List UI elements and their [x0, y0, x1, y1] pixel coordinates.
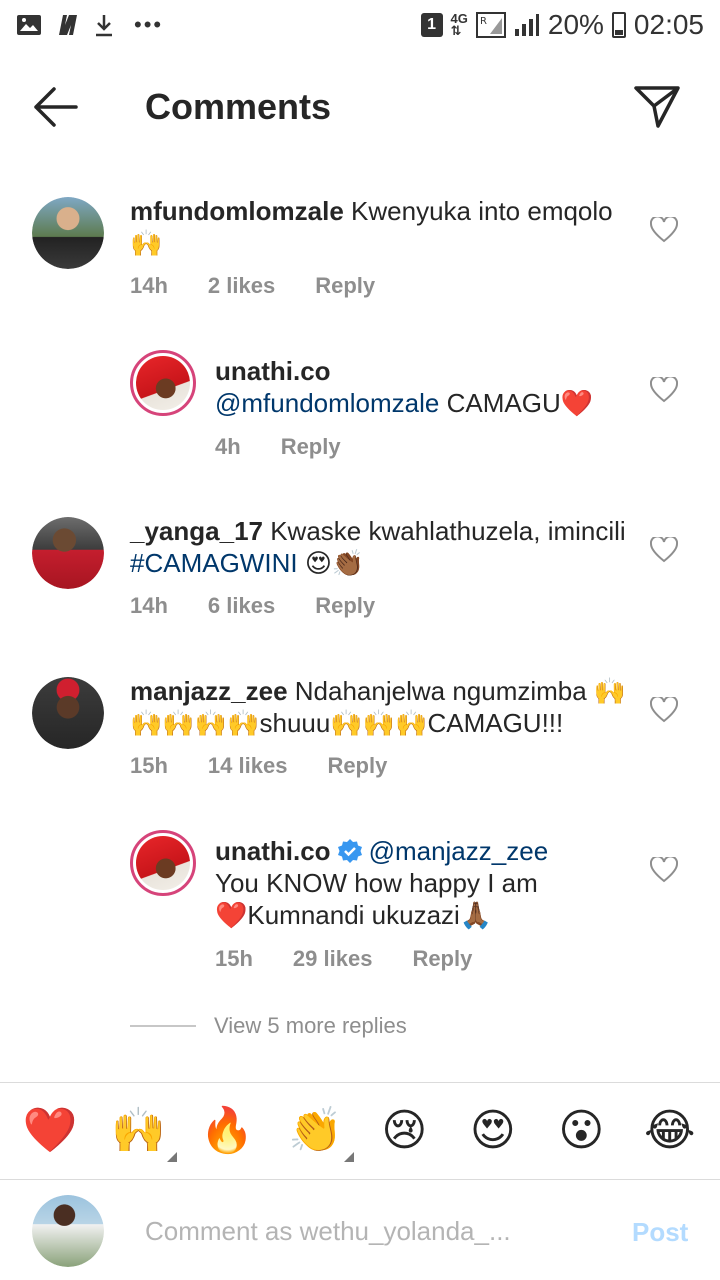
- comment-likes[interactable]: 29 likes: [293, 946, 373, 972]
- mention-link[interactable]: @mfundomlomzale: [215, 388, 439, 418]
- comment-body: You KNOW how happy I am❤️Kumnandi ukuzaz…: [215, 868, 538, 930]
- divider-line: [130, 1025, 196, 1027]
- signal-icon: [514, 14, 539, 36]
- comment-emoji: 😍👏🏾: [304, 548, 365, 578]
- avatar[interactable]: [130, 830, 196, 896]
- comment-username[interactable]: unathi.co: [215, 836, 331, 866]
- comment-likes[interactable]: 6 likes: [208, 593, 275, 619]
- emoji-heart-button[interactable]: ❤️: [20, 1106, 80, 1156]
- comment-meta: 15h 29 likes Reply: [215, 946, 472, 972]
- emoji-crying-button[interactable]: 😢: [374, 1106, 434, 1156]
- heart-icon[interactable]: [650, 857, 678, 883]
- comment-time: 14h: [130, 593, 168, 618]
- comment-item: mfundomlomzale Kwenyuka into emqolo🙌 14h…: [0, 195, 720, 315]
- roaming-signal-icon: R: [475, 12, 506, 38]
- netflix-icon: [59, 15, 77, 35]
- emoji-glyph: 🙌: [111, 1105, 167, 1156]
- back-arrow-icon[interactable]: [30, 84, 80, 130]
- comment-likes[interactable]: 14 likes: [208, 753, 288, 779]
- comments-header: Comments: [0, 60, 720, 152]
- comment-body: Kwaske kwahlathuzela, imincili: [270, 516, 626, 546]
- comment-meta: 14h 6 likes Reply: [130, 593, 375, 619]
- comment-time: 15h: [215, 946, 253, 971]
- view-more-replies-button[interactable]: View 5 more replies: [130, 1013, 407, 1039]
- emoji-glyph: 👏: [288, 1105, 344, 1156]
- download-icon: [96, 15, 112, 37]
- emoji-surprised-button[interactable]: 😮: [551, 1106, 611, 1156]
- comment-meta: 14h 2 likes Reply: [130, 273, 375, 299]
- comment-input[interactable]: [145, 1211, 565, 1251]
- emoji-quick-bar: ❤️ 🙌 🔥 👏 😢 😍 😮 😂: [0, 1082, 720, 1180]
- comment-item: manjazz_zee Ndahanjelwa ngumzimba 🙌🙌🙌🙌🙌s…: [0, 675, 720, 795]
- clock: 02:05: [633, 9, 704, 40]
- svg-text:R: R: [480, 16, 487, 27]
- reply-button[interactable]: Reply: [281, 434, 341, 460]
- comment-compose-bar: Post: [0, 1181, 720, 1280]
- comment-meta: 4h Reply: [215, 434, 341, 460]
- skin-tone-indicator-icon: [166, 1152, 177, 1162]
- reply-item: unathi.co @mfundomlomzale CAMAGU❤️ 4h Re…: [0, 350, 720, 470]
- gallery-icon: [17, 15, 41, 35]
- network-type: 4G ⇅: [450, 11, 468, 38]
- avatar[interactable]: [32, 677, 104, 749]
- status-bar: ••• 1 4G ⇅ R 20% 02:05: [0, 0, 720, 50]
- comment-item: _yanga_17 Kwaske kwahlathuzela, imincili…: [0, 515, 720, 635]
- comment-username[interactable]: _yanga_17: [130, 516, 263, 546]
- reply-item: unathi.co @manjazz_zee You KNOW how happy…: [0, 830, 720, 980]
- post-button[interactable]: Post: [632, 1217, 688, 1248]
- reply-button[interactable]: Reply: [315, 593, 375, 619]
- comment-body: CAMAGU❤️: [446, 388, 594, 418]
- heart-icon[interactable]: [650, 537, 678, 563]
- comment-time: 15h: [130, 753, 168, 778]
- comment-text: _yanga_17 Kwaske kwahlathuzela, imincili…: [130, 515, 630, 579]
- hashtag-link[interactable]: #CAMAGWINI: [130, 548, 298, 578]
- avatar[interactable]: [32, 197, 104, 269]
- verified-badge-icon: [337, 839, 362, 863]
- reply-button[interactable]: Reply: [315, 273, 375, 299]
- emoji-heart-eyes-button[interactable]: 😍: [463, 1106, 523, 1156]
- comment-username[interactable]: mfundomlomzale: [130, 196, 344, 226]
- comment-time: 14h: [130, 273, 168, 298]
- battery-icon: [611, 12, 626, 38]
- comment-username[interactable]: manjazz_zee: [130, 676, 288, 706]
- comment-username[interactable]: unathi.co: [215, 355, 625, 387]
- emoji-raised-hands-button[interactable]: 🙌: [109, 1105, 177, 1162]
- skin-tone-indicator-icon: [343, 1152, 354, 1162]
- comment-meta: 15h 14 likes Reply: [130, 753, 387, 779]
- avatar[interactable]: [32, 517, 104, 589]
- comment-text: unathi.co @manjazz_zee You KNOW how happy…: [215, 835, 625, 931]
- comment-likes[interactable]: 2 likes: [208, 273, 275, 299]
- emoji-fire-button[interactable]: 🔥: [197, 1106, 257, 1156]
- avatar[interactable]: [130, 350, 196, 416]
- heart-icon[interactable]: [650, 377, 678, 403]
- send-direct-icon[interactable]: [632, 82, 682, 128]
- mention-link[interactable]: @manjazz_zee: [369, 836, 549, 866]
- heart-icon[interactable]: [650, 697, 678, 723]
- reply-button[interactable]: Reply: [412, 946, 472, 972]
- battery-percent: 20%: [547, 9, 604, 40]
- heart-icon[interactable]: [650, 217, 678, 243]
- emoji-laughing-button[interactable]: 😂: [640, 1106, 700, 1156]
- comment-time: 4h: [215, 434, 241, 459]
- emoji-clap-button[interactable]: 👏: [286, 1105, 354, 1162]
- reply-button[interactable]: Reply: [327, 753, 387, 779]
- more-notifications-icon: •••: [134, 12, 164, 37]
- comment-text: mfundomlomzale Kwenyuka into emqolo🙌: [130, 195, 630, 259]
- comment-text: manjazz_zee Ndahanjelwa ngumzimba 🙌🙌🙌🙌🙌s…: [130, 675, 630, 739]
- sim-slot-badge: 1: [420, 13, 443, 37]
- page-title: Comments: [145, 86, 332, 127]
- view-more-label: View 5 more replies: [214, 1013, 407, 1038]
- current-user-avatar: [32, 1195, 104, 1267]
- comment-text: unathi.co @mfundomlomzale CAMAGU❤️: [215, 355, 625, 419]
